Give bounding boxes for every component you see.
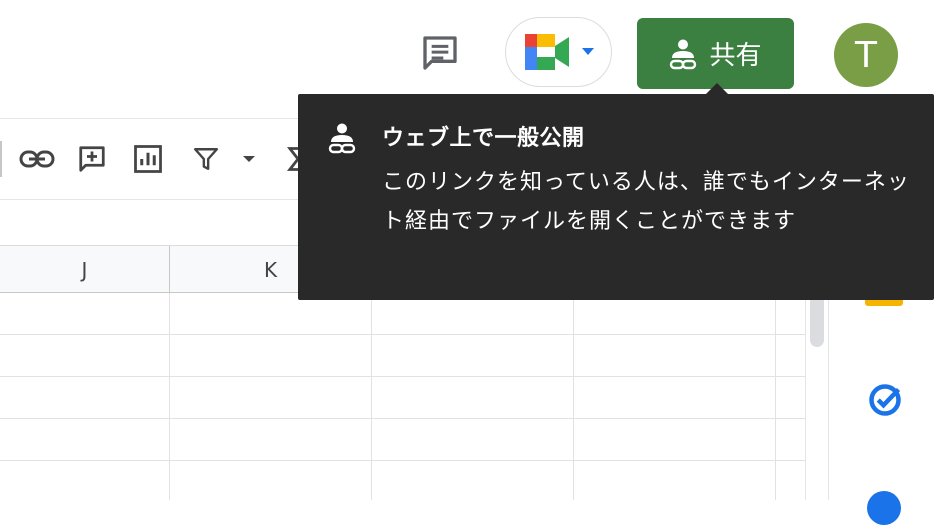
- formatting-toolbar: [0, 118, 330, 200]
- tooltip-title: ウェブ上で一般公開: [382, 126, 585, 151]
- tasks-icon[interactable]: [867, 382, 903, 418]
- comment-history-icon: [423, 36, 457, 70]
- contacts-icon[interactable]: [867, 491, 901, 525]
- grid-row-line: [0, 376, 805, 377]
- insert-link-icon: [19, 150, 55, 168]
- toolbar-divider: [0, 141, 2, 177]
- column-header-j[interactable]: J: [0, 246, 170, 293]
- share-tooltip: ウェブ上で一般公開 このリンクを知っている人は、誰でもインターネット経由でファイ…: [298, 94, 934, 300]
- grid-column-line: [775, 293, 776, 500]
- share-button-label: 共有: [709, 41, 762, 71]
- filter-icon: [193, 148, 219, 170]
- grid-column-line: [371, 293, 372, 500]
- insert-comment-icon: [79, 146, 105, 172]
- insert-link-button[interactable]: [17, 139, 57, 179]
- spreadsheet-grid[interactable]: [0, 293, 805, 500]
- public-link-icon: [670, 39, 697, 69]
- google-meet-icon: [524, 34, 569, 70]
- share-button[interactable]: 共有: [637, 18, 794, 89]
- scrollbar-thumb[interactable]: [810, 295, 824, 347]
- chevron-down-icon: [581, 48, 594, 55]
- insert-chart-button[interactable]: [128, 139, 168, 179]
- grid-row-line: [0, 418, 805, 419]
- comment-history-button[interactable]: [412, 26, 468, 80]
- insert-chart-icon: [134, 145, 162, 173]
- public-link-icon: [328, 123, 356, 154]
- top-bar: 共有 T: [0, 0, 936, 108]
- insert-comment-button[interactable]: [72, 139, 112, 179]
- dropdown-caret-icon: [243, 156, 255, 162]
- filter-dropdown-button[interactable]: [232, 139, 266, 179]
- filter-button[interactable]: [186, 139, 226, 179]
- grid-column-line: [169, 293, 170, 500]
- grid-row-line: [0, 334, 805, 335]
- grid-column-line: [573, 293, 574, 500]
- meet-button[interactable]: [505, 17, 612, 87]
- grid-row-line: [0, 460, 805, 461]
- tooltip-body: このリンクを知っている人は、誰でもインターネット経由でファイルを開くことができま…: [382, 170, 910, 234]
- account-avatar[interactable]: T: [834, 23, 898, 87]
